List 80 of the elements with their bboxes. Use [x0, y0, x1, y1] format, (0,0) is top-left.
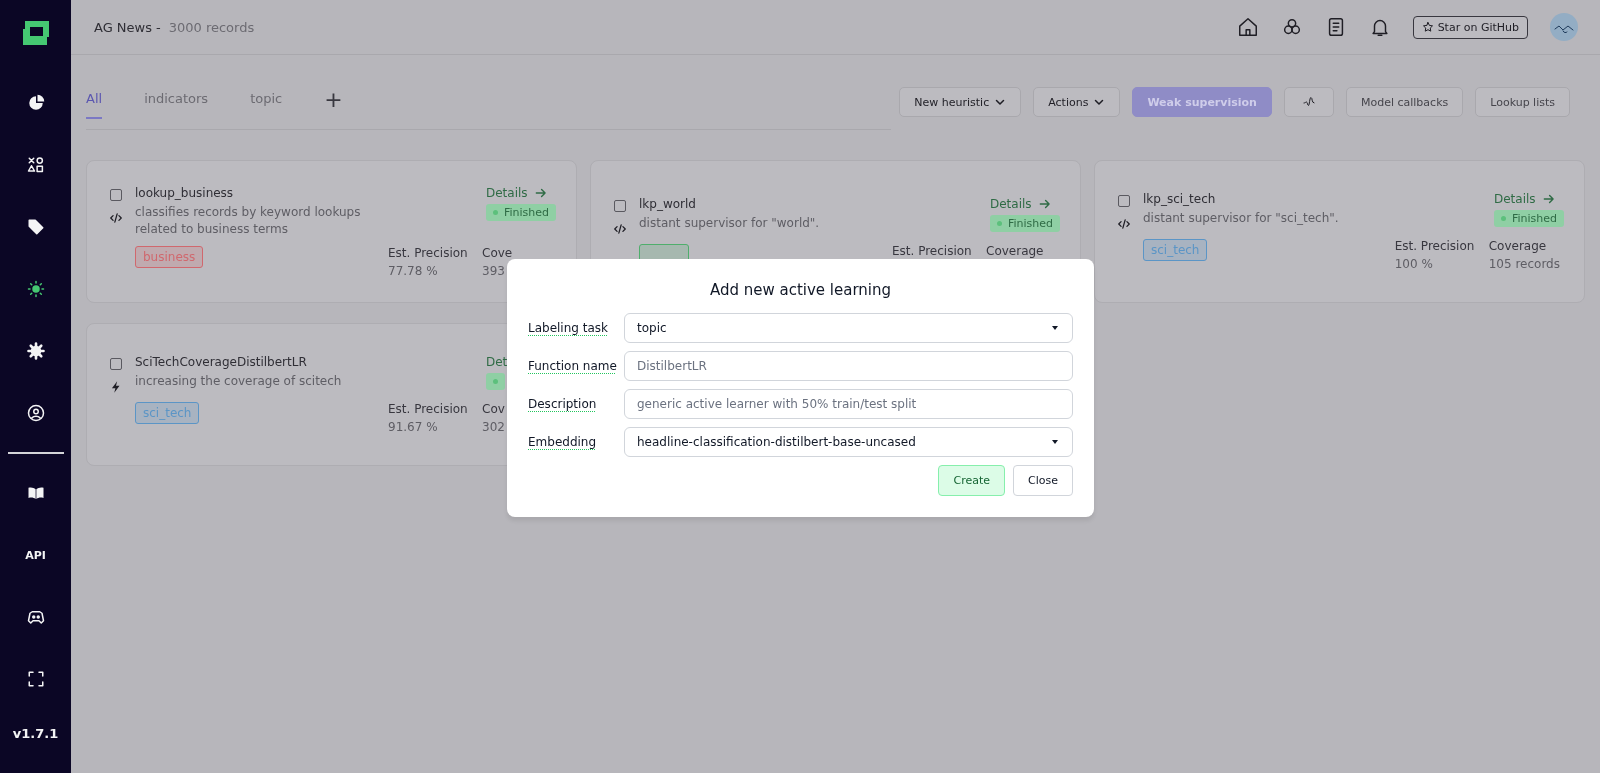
- tag-icon[interactable]: [26, 218, 45, 236]
- coverage-value: 302: [482, 420, 506, 434]
- waveform-icon: [1302, 96, 1315, 108]
- arrow-right-icon: [1541, 192, 1556, 206]
- status-badge: Finished: [486, 203, 557, 221]
- precision-value: 91.67 %: [388, 420, 439, 434]
- add-tab-button[interactable]: +: [324, 86, 343, 112]
- checkbox[interactable]: [1118, 195, 1130, 207]
- status-badge: Finished: [1494, 210, 1565, 227]
- field-label: Labeling task: [528, 321, 609, 335]
- tab[interactable]: All: [86, 90, 103, 119]
- checkbox[interactable]: [614, 200, 626, 212]
- input-field[interactable]: DistilbertLR: [624, 351, 1073, 381]
- heuristic-description: classifies records by keyword lookups related to business terms: [135, 203, 362, 238]
- separator: -: [156, 19, 161, 35]
- input-field[interactable]: generic active learner with 50% train/test split: [624, 389, 1073, 419]
- project-name: AG News: [94, 19, 152, 35]
- shapes-icon[interactable]: [26, 156, 45, 174]
- book-icon[interactable]: [26, 484, 45, 502]
- heuristic-name: lkp_sci_tech: [1143, 192, 1217, 206]
- label-tag: sci_tech: [1143, 239, 1208, 261]
- coverage-label: Coverage: [986, 244, 1045, 258]
- code-icon: [109, 210, 123, 225]
- code-icon: [1117, 217, 1131, 231]
- field-label: Embedding: [528, 435, 598, 449]
- fullscreen-icon[interactable]: [26, 670, 45, 688]
- details-link[interactable]: Details: [990, 197, 1052, 211]
- api-link[interactable]: API: [25, 548, 46, 562]
- record-count: 3000 records: [168, 19, 255, 35]
- heuristic-name: SciTechCoverageDistilbertLR: [135, 355, 308, 369]
- coverage-value: 105 records: [1488, 257, 1560, 271]
- checkbox[interactable]: [110, 188, 122, 201]
- details-link[interactable]: Details: [486, 185, 548, 200]
- settings-icon[interactable]: [26, 342, 45, 360]
- field-label: Description: [528, 397, 598, 411]
- coverage-label: Cove: [482, 245, 514, 260]
- heuristic-description: distant supervisor for "sci_tech".: [1143, 210, 1340, 227]
- version-label: v1.7.1: [12, 726, 59, 741]
- logo-icon[interactable]: [20, 18, 51, 48]
- label-tag: sci_tech: [135, 402, 200, 424]
- modal-title: Add new active learning: [708, 281, 893, 299]
- tab[interactable]: indicators: [144, 90, 209, 119]
- status-badge: Finished: [990, 215, 1061, 232]
- status-badge: [486, 373, 505, 390]
- star-icon: [1421, 21, 1434, 33]
- user-circle-icon[interactable]: [26, 404, 45, 422]
- gamepad-icon[interactable]: [26, 608, 45, 626]
- dropdown-button[interactable]: New heuristic: [899, 87, 1022, 117]
- heuristic-name: lookup_business: [135, 185, 235, 200]
- avatar-icon[interactable]: [1550, 13, 1578, 41]
- precision-value: 77.78 %: [388, 263, 439, 278]
- select-field[interactable]: topic: [624, 313, 1073, 343]
- github-star-button[interactable]: Star on GitHub: [1412, 15, 1528, 39]
- tab[interactable]: topic: [250, 90, 283, 119]
- precision-label: Est. Precision: [1394, 239, 1475, 253]
- heuristic-name: lkp_world: [639, 197, 697, 211]
- arrow-right-icon: [1037, 197, 1052, 211]
- dropdown-button[interactable]: Actions: [1033, 87, 1121, 117]
- coverage-value: 393: [482, 263, 506, 278]
- field-label: Function name: [528, 359, 618, 373]
- precision-label: Est. Precision: [388, 245, 468, 260]
- label-tag: business: [135, 245, 204, 268]
- coverage-label: Coverage: [1488, 239, 1548, 253]
- details-link[interactable]: Details: [1494, 192, 1556, 206]
- home-icon[interactable]: [1236, 16, 1259, 38]
- toolbar-button[interactable]: Model callbacks: [1345, 87, 1464, 117]
- precision-value: 100 %: [1394, 257, 1434, 271]
- checkbox[interactable]: [110, 358, 122, 370]
- lightbulb-icon[interactable]: [26, 280, 45, 298]
- heuristic-description: distant supervisor for "world".: [639, 215, 821, 232]
- precision-label: Est. Precision: [388, 402, 468, 416]
- heuristic-description: increasing the coverage of scitech: [135, 373, 343, 390]
- create-button[interactable]: Create: [938, 465, 1006, 496]
- select-field[interactable]: headline-classification-distilbert-base-uncased: [624, 427, 1073, 457]
- code-icon: [613, 222, 627, 236]
- precision-label: Est. Precision: [892, 244, 972, 258]
- close-button[interactable]: Close: [1013, 465, 1073, 496]
- details-link[interactable]: Det: [486, 355, 508, 369]
- toolbar-button[interactable]: Lookup lists: [1475, 87, 1570, 117]
- pie-chart-icon[interactable]: [26, 94, 45, 112]
